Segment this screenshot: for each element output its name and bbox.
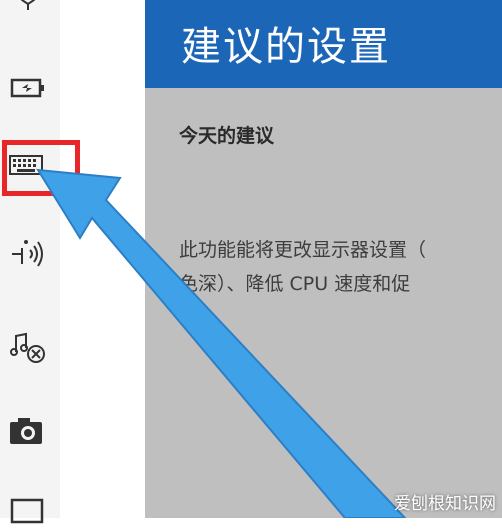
page-title: 建议的设置 bbox=[181, 24, 391, 70]
monitor-icon[interactable] bbox=[8, 496, 48, 532]
watermark: 爱刨根知识网 bbox=[394, 494, 496, 514]
battery-icon[interactable] bbox=[8, 70, 48, 106]
description-line-1: 此功能能将更改显示器设置（ bbox=[179, 239, 427, 261]
header-bar: 建议的设置 bbox=[145, 0, 502, 88]
highlight-box bbox=[2, 140, 80, 196]
description-line-2: 色深）、降低 CPU 速度和促 bbox=[179, 273, 411, 295]
lightbulb-icon[interactable] bbox=[8, 0, 48, 22]
camera-icon[interactable] bbox=[8, 414, 48, 450]
music-icon[interactable] bbox=[8, 330, 48, 366]
suggested-settings-panel: 建议的设置 今天的建议 此功能能将更改显示器设置（ 色深）、降低 CPU 速度和… bbox=[145, 0, 502, 518]
sidebar bbox=[0, 0, 60, 524]
section-title: 今天的建议 bbox=[179, 125, 275, 147]
description-text: 此功能能将更改显示器设置（ 色深）、降低 CPU 速度和促 bbox=[179, 233, 502, 301]
spacer bbox=[60, 0, 145, 518]
wireless-icon[interactable] bbox=[8, 236, 48, 272]
